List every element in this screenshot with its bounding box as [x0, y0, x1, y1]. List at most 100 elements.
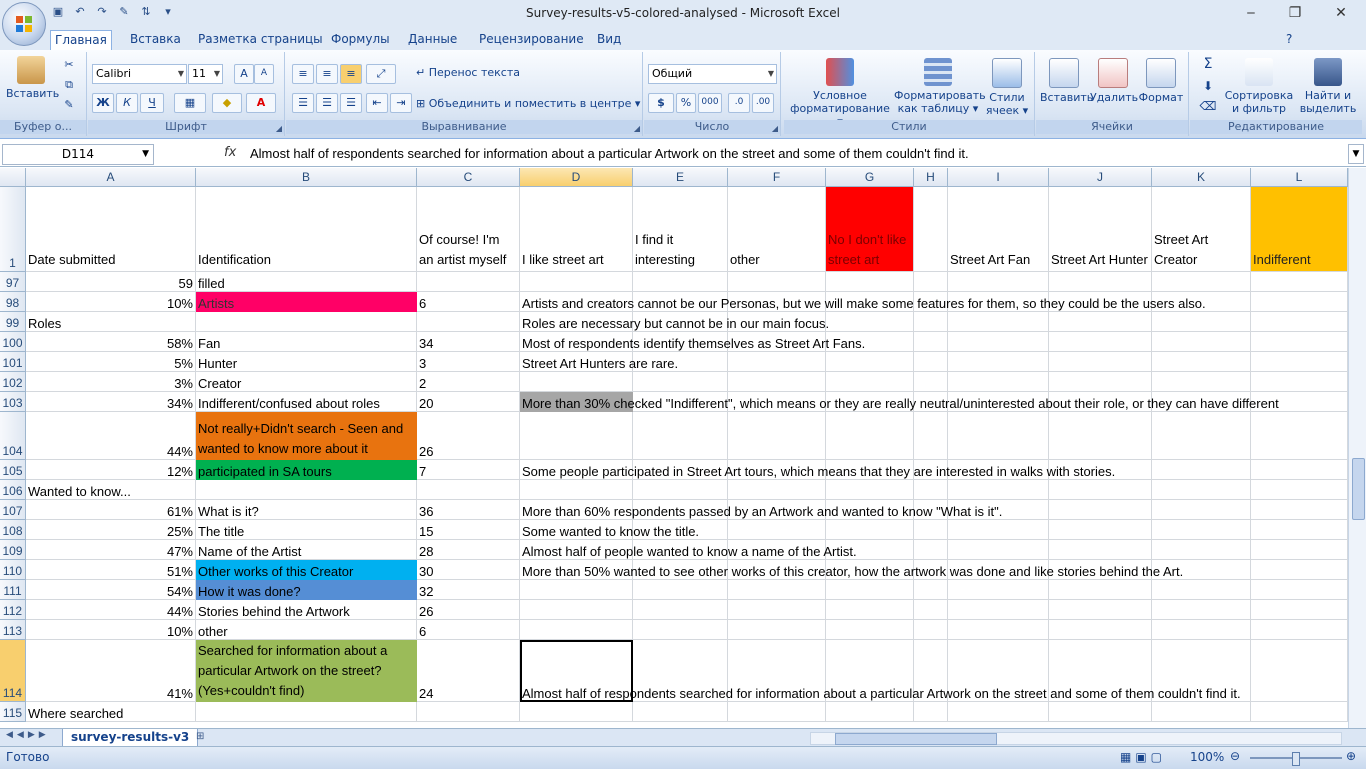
increase-indent-icon[interactable]: ⇥ — [390, 93, 412, 113]
cell-d[interactable] — [520, 272, 1348, 292]
tab-data[interactable]: Данные — [404, 30, 461, 50]
cell-d[interactable] — [520, 580, 1348, 600]
header-cell[interactable]: No I don't like street art — [826, 187, 914, 272]
fill-color-icon[interactable]: ◆ — [212, 93, 242, 113]
cell-a[interactable]: 44% — [26, 600, 196, 620]
copy-icon[interactable]: ⧉ — [62, 78, 76, 91]
cell-a[interactable]: 3% — [26, 372, 196, 392]
insert-function-icon[interactable]: fx — [224, 145, 236, 160]
tab-formulas[interactable]: Формулы — [327, 30, 394, 50]
cell-c[interactable]: 6 — [417, 620, 520, 640]
header-cell[interactable]: I like street art — [520, 187, 633, 272]
cell-b[interactable]: What is it? — [196, 500, 417, 520]
align-top-icon[interactable]: ≡ — [292, 64, 314, 84]
cell-d[interactable]: Roles are necessary but cannot be in our… — [520, 312, 1348, 332]
cell-a[interactable]: 51% — [26, 560, 196, 580]
cell-d[interactable]: More than 50% wanted to see other works … — [520, 560, 1348, 580]
column-header-f[interactable]: F — [728, 168, 826, 187]
currency-icon[interactable]: $ — [648, 93, 674, 113]
cell-d[interactable]: Some people participated in Street Art t… — [520, 460, 1348, 480]
sheet-nav-icon[interactable]: ◀◀▶▶ — [6, 730, 50, 740]
format-painter-icon[interactable]: ✎ — [62, 98, 76, 111]
cell-styles-button[interactable]: Стили ячеек ▾ — [984, 58, 1030, 117]
cell-d[interactable] — [520, 480, 1348, 500]
cell-c[interactable]: 32 — [417, 580, 520, 600]
cell-a[interactable]: 59 — [26, 272, 196, 292]
cell-c[interactable] — [417, 702, 520, 722]
cell-c[interactable]: 20 — [417, 392, 520, 412]
conditional-formatting-button[interactable]: Условное форматирование ▾ — [788, 58, 892, 128]
cell-d[interactable] — [520, 372, 1348, 392]
header-cell[interactable]: Street Art Hunter — [1049, 187, 1152, 272]
find-select-button[interactable]: Найти и выделить — [1296, 58, 1360, 115]
cell-b[interactable]: Creator — [196, 372, 417, 392]
cell-a[interactable]: 47% — [26, 540, 196, 560]
row-header[interactable]: 107 — [0, 500, 26, 520]
zoom-slider[interactable] — [1250, 752, 1342, 766]
row-header[interactable]: 105 — [0, 460, 26, 480]
cell-a[interactable]: 44% — [26, 412, 196, 460]
row-header[interactable]: 113 — [0, 620, 26, 640]
help-icon[interactable]: ? — [1282, 30, 1296, 50]
tab-page-layout[interactable]: Разметка страницы — [194, 30, 327, 50]
cell-c[interactable] — [417, 480, 520, 500]
cell-c[interactable]: 3 — [417, 352, 520, 372]
spreadsheet-grid[interactable]: A B C D E F G H I J K L 1 Date submitted Identificatio… — [0, 168, 1348, 728]
font-name-combo[interactable]: Calibri ▼ — [92, 64, 187, 84]
format-as-table-button[interactable]: Форматировать как таблицу ▾ — [894, 58, 986, 115]
column-header-g[interactable]: G — [826, 168, 914, 187]
cell-c[interactable]: 6 — [417, 292, 520, 312]
cell-c[interactable]: 7 — [417, 460, 520, 480]
office-button[interactable] — [2, 2, 46, 46]
wrap-text-button[interactable]: ↵ Перенос текста — [416, 66, 520, 79]
row-header[interactable]: 1 — [0, 187, 26, 272]
row-header[interactable]: 102 — [0, 372, 26, 392]
header-cell[interactable]: Date submitted — [26, 187, 196, 272]
cell-a[interactable]: 34% — [26, 392, 196, 412]
cell-a[interactable]: 41% — [26, 640, 196, 702]
close-icon[interactable]: ✕ — [1318, 0, 1364, 28]
decrease-indent-icon[interactable]: ⇤ — [366, 93, 388, 113]
sort-filter-button[interactable]: Сортировка и фильтр — [1224, 58, 1294, 115]
sheet-tab[interactable]: survey-results-v3 — [62, 729, 199, 747]
row-header[interactable]: 112 — [0, 600, 26, 620]
column-header-k[interactable]: K — [1152, 168, 1251, 187]
shrink-font-icon[interactable]: A — [254, 64, 274, 84]
header-cell[interactable]: other — [728, 187, 826, 272]
new-sheet-icon[interactable]: ⊞ — [196, 731, 204, 742]
cell-a[interactable]: 10% — [26, 620, 196, 640]
clear-icon[interactable]: ⌫ — [1198, 100, 1218, 113]
header-cell[interactable] — [914, 187, 948, 272]
font-size-combo[interactable]: 11 ▼ — [188, 64, 223, 84]
name-box[interactable]: D114 ▼ — [2, 144, 154, 165]
cell-b[interactable]: Other works of this Creator — [196, 560, 417, 580]
cell-c[interactable]: 34 — [417, 332, 520, 352]
cell-d[interactable]: More than 60% respondents passed by an A… — [520, 500, 1348, 520]
tab-insert[interactable]: Вставка — [126, 30, 185, 50]
thousands-icon[interactable]: 000 — [698, 93, 722, 113]
row-header[interactable]: 108 — [0, 520, 26, 540]
align-right-icon[interactable]: ☰ — [340, 93, 362, 113]
borders-icon[interactable]: ▦ — [174, 93, 206, 113]
column-header-a[interactable]: A — [26, 168, 196, 187]
cell-d[interactable] — [520, 620, 1348, 640]
row-header[interactable]: 97 — [0, 272, 26, 292]
cell-a[interactable]: 54% — [26, 580, 196, 600]
autosum-icon[interactable]: Σ — [1198, 57, 1218, 71]
cell-d[interactable]: Almost half of respondents searched for … — [520, 640, 1348, 702]
cell-b[interactable] — [196, 480, 417, 500]
align-center-icon[interactable]: ☰ — [316, 93, 338, 113]
column-header-c[interactable]: C — [417, 168, 520, 187]
row-header[interactable]: 103 — [0, 392, 26, 412]
zoom-in-icon[interactable]: ⊕ — [1346, 749, 1356, 763]
cell-a[interactable]: 12% — [26, 460, 196, 480]
cell-b[interactable]: filled — [196, 272, 417, 292]
column-header-e[interactable]: E — [633, 168, 728, 187]
row-header[interactable]: 106 — [0, 480, 26, 500]
header-cell[interactable]: Street Art Fan — [948, 187, 1049, 272]
tab-view[interactable]: Вид — [593, 30, 625, 50]
insert-cells-button[interactable]: Вставить — [1040, 58, 1093, 104]
format-cells-button[interactable]: Формат — [1138, 58, 1184, 104]
header-cell[interactable]: Of course! I'm an artist myself — [417, 187, 520, 272]
dialog-launcher-icon[interactable]: ◢ — [276, 124, 282, 133]
